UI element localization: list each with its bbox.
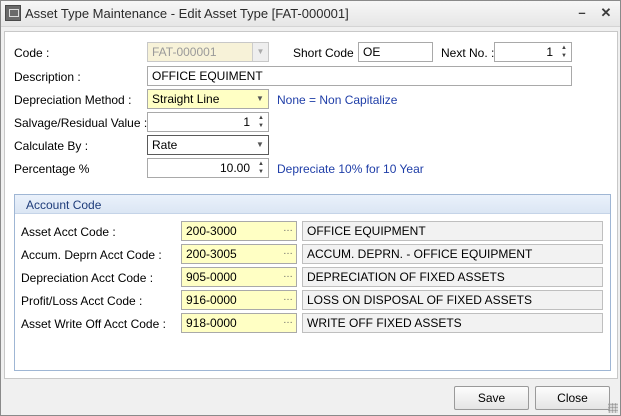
ellipsis-icon[interactable]: … bbox=[282, 222, 294, 240]
spin-buttons[interactable]: ▲ ▼ bbox=[558, 44, 570, 60]
short-code-value: OE bbox=[363, 45, 381, 59]
salvage-value: 1 bbox=[243, 115, 250, 129]
spin-up-icon[interactable]: ▲ bbox=[255, 160, 267, 168]
next-no-stepper[interactable]: 1 ▲ ▼ bbox=[494, 42, 572, 62]
profit-loss-acct-code-dropdown[interactable]: 916-0000 … bbox=[181, 290, 297, 310]
chevron-down-icon[interactable]: ▼ bbox=[252, 136, 268, 154]
title-bar[interactable]: Asset Type Maintenance - Edit Asset Type… bbox=[1, 1, 620, 27]
depreciation-acct-code-label: Depreciation Acct Code : bbox=[21, 271, 154, 285]
accum-deprn-acct-description: ACCUM. DEPRN. - OFFICE EQUIPMENT bbox=[302, 244, 603, 264]
asset-acct-code-label: Asset Acct Code : bbox=[21, 225, 116, 239]
percentage-stepper[interactable]: 10.00 ▲ ▼ bbox=[147, 158, 269, 178]
account-code-group: Account Code Asset Acct Code : 200-3000 … bbox=[14, 194, 611, 371]
ellipsis-icon[interactable]: … bbox=[282, 314, 294, 332]
description-label: Description : bbox=[14, 70, 81, 84]
short-code-label: Short Code : bbox=[293, 46, 361, 60]
asset-write-off-acct-description: WRITE OFF FIXED ASSETS bbox=[302, 313, 603, 333]
percentage-hint: Depreciate 10% for 10 Year bbox=[277, 162, 424, 176]
percentage-value: 10.00 bbox=[219, 161, 250, 175]
depreciation-method-label: Depreciation Method : bbox=[14, 93, 132, 107]
description-input[interactable]: OFFICE EQUIMENT bbox=[147, 66, 572, 86]
asset-write-off-acct-code-dropdown[interactable]: 918-0000 … bbox=[181, 313, 297, 333]
description-value: OFFICE EQUIMENT bbox=[152, 69, 263, 83]
depreciation-acct-description-value: DEPRECIATION OF FIXED ASSETS bbox=[307, 270, 505, 284]
asset-acct-code-value: 200-3000 bbox=[186, 224, 237, 238]
spin-down-icon[interactable]: ▼ bbox=[255, 168, 267, 176]
calculate-by-label: Calculate By : bbox=[14, 139, 89, 153]
asset-write-off-acct-code-label: Asset Write Off Acct Code : bbox=[21, 317, 166, 331]
short-code-input[interactable]: OE bbox=[358, 42, 433, 62]
spin-down-icon[interactable]: ▼ bbox=[558, 52, 570, 60]
depreciation-acct-code-dropdown[interactable]: 905-0000 … bbox=[181, 267, 297, 287]
depreciation-acct-code-value: 905-0000 bbox=[186, 270, 237, 284]
button-bar: Save Close bbox=[1, 381, 620, 415]
resize-grip-icon[interactable] bbox=[608, 403, 618, 413]
code-dropdown: FAT-000001 ▼ bbox=[147, 42, 269, 62]
calculate-by-value: Rate bbox=[152, 138, 178, 152]
window-title: Asset Type Maintenance - Edit Asset Type… bbox=[25, 6, 349, 21]
save-button[interactable]: Save bbox=[454, 386, 529, 410]
next-no-value: 1 bbox=[546, 45, 553, 59]
asset-acct-description: OFFICE EQUIPMENT bbox=[302, 221, 603, 241]
accum-deprn-acct-code-label: Accum. Deprn Acct Code : bbox=[21, 248, 162, 262]
salvage-label: Salvage/Residual Value : bbox=[14, 116, 148, 130]
percentage-label: Percentage % bbox=[14, 162, 90, 176]
spin-buttons[interactable]: ▲ ▼ bbox=[255, 160, 267, 176]
spin-up-icon[interactable]: ▲ bbox=[255, 114, 267, 122]
depreciation-method-hint: None = Non Capitalize bbox=[277, 93, 398, 107]
profit-loss-acct-code-label: Profit/Loss Acct Code : bbox=[21, 294, 143, 308]
account-code-group-title: Account Code bbox=[26, 198, 102, 212]
code-label: Code : bbox=[14, 46, 50, 60]
spin-buttons[interactable]: ▲ ▼ bbox=[255, 114, 267, 130]
depreciation-acct-description: DEPRECIATION OF FIXED ASSETS bbox=[302, 267, 603, 287]
accum-deprn-acct-code-dropdown[interactable]: 200-3005 … bbox=[181, 244, 297, 264]
account-code-group-header: Account Code bbox=[15, 195, 610, 214]
ellipsis-icon[interactable]: … bbox=[282, 268, 294, 286]
asset-acct-description-value: OFFICE EQUIPMENT bbox=[307, 224, 426, 238]
code-value: FAT-000001 bbox=[152, 45, 217, 59]
profit-loss-acct-code-value: 916-0000 bbox=[186, 293, 237, 307]
accum-deprn-acct-description-value: ACCUM. DEPRN. - OFFICE EQUIPMENT bbox=[307, 247, 533, 261]
asset-acct-code-dropdown[interactable]: 200-3000 … bbox=[181, 221, 297, 241]
close-window-button[interactable]: ✕ bbox=[596, 4, 616, 22]
chevron-down-icon[interactable]: ▼ bbox=[252, 90, 268, 108]
depreciation-method-dropdown[interactable]: Straight Line ▼ bbox=[147, 89, 269, 109]
depreciation-method-value: Straight Line bbox=[152, 92, 220, 106]
ellipsis-icon[interactable]: … bbox=[282, 245, 294, 263]
profit-loss-acct-description: LOSS ON DISPOSAL OF FIXED ASSETS bbox=[302, 290, 603, 310]
minimize-button[interactable]: – bbox=[572, 4, 592, 22]
asset-write-off-acct-code-value: 918-0000 bbox=[186, 316, 237, 330]
salvage-stepper[interactable]: 1 ▲ ▼ bbox=[147, 112, 269, 132]
app-icon bbox=[5, 5, 21, 21]
accum-deprn-acct-code-value: 200-3005 bbox=[186, 247, 237, 261]
next-no-label: Next No. : bbox=[441, 46, 495, 60]
asset-write-off-acct-description-value: WRITE OFF FIXED ASSETS bbox=[307, 316, 462, 330]
close-button[interactable]: Close bbox=[535, 386, 610, 410]
calculate-by-dropdown[interactable]: Rate ▼ bbox=[147, 135, 269, 155]
asset-type-dialog: Asset Type Maintenance - Edit Asset Type… bbox=[0, 0, 621, 416]
spin-down-icon[interactable]: ▼ bbox=[255, 122, 267, 130]
ellipsis-icon[interactable]: … bbox=[282, 291, 294, 309]
profit-loss-acct-description-value: LOSS ON DISPOSAL OF FIXED ASSETS bbox=[307, 293, 532, 307]
form-panel: Code : FAT-000001 ▼ Short Code : OE Next… bbox=[4, 31, 618, 379]
chevron-down-icon: ▼ bbox=[252, 43, 268, 61]
spin-up-icon[interactable]: ▲ bbox=[558, 44, 570, 52]
